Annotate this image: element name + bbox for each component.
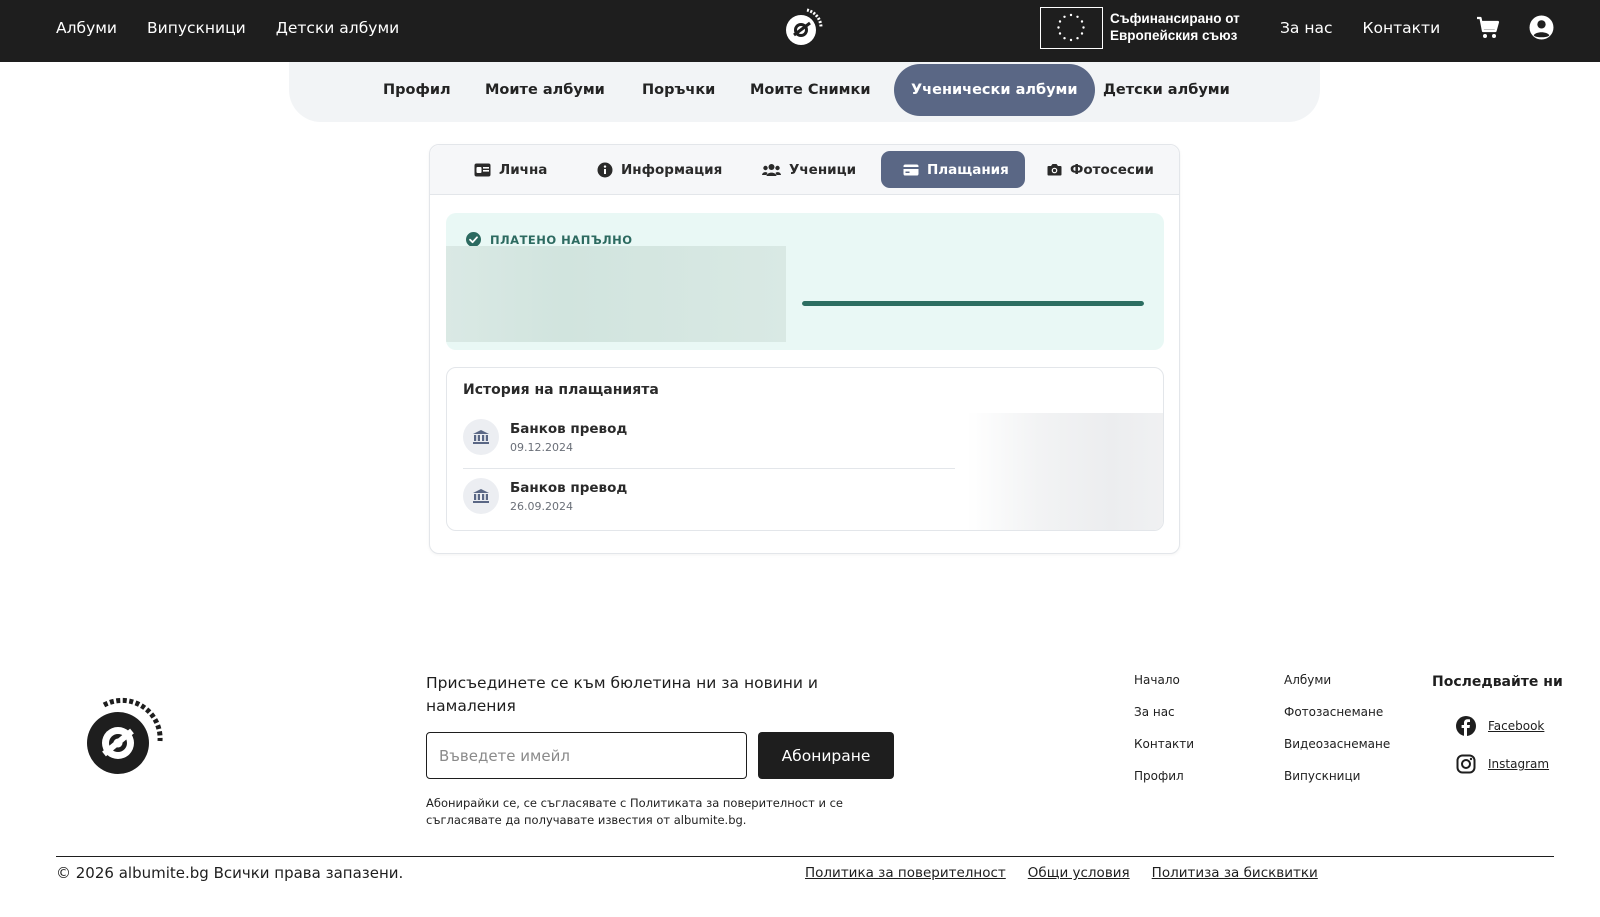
subscribe-button[interactable]: Абониране — [758, 732, 894, 779]
card-tab-personal[interactable]: Лична — [474, 151, 547, 188]
footer-link-contacts[interactable]: Контакти — [1134, 737, 1194, 751]
nav-kids-albums[interactable]: Детски албуми — [276, 19, 399, 37]
card-tab-personal-label: Лична — [499, 161, 548, 178]
tab-profile[interactable]: Профил — [383, 64, 451, 116]
check-circle-icon — [466, 232, 481, 247]
card-tab-photo-sessions-label: Фотосесии — [1070, 161, 1154, 178]
eu-cofinanced-text: Съфинансирано от Европейския съюз — [1110, 11, 1240, 43]
top-nav-left: Албуми Випускници Детски албуми — [56, 0, 399, 56]
bank-icon-wrap — [463, 478, 499, 514]
facebook-link[interactable]: Facebook — [1456, 716, 1544, 736]
footer-divider — [56, 856, 1554, 857]
cart-icon[interactable] — [1476, 16, 1500, 40]
footer-link-about[interactable]: За нас — [1134, 705, 1194, 719]
card-tab-payments[interactable]: Плащания — [881, 151, 1025, 188]
tab-my-photos[interactable]: Моите Снимки — [750, 64, 871, 116]
card-tab-information[interactable]: Информация — [597, 151, 722, 188]
copyright: © 2026 albumite.bg Всички права запазени… — [56, 864, 404, 882]
newsletter-consent-text: Абонирайки се, се съгласявате с Политика… — [426, 796, 843, 827]
newsletter-title: Присъединете се към бюлетина ни за новин… — [426, 674, 818, 715]
footer-links-col1: Начало За нас Контакти Профил — [1134, 673, 1194, 783]
blurred-area — [967, 413, 1163, 530]
terms-link[interactable]: Общи условия — [1028, 865, 1130, 881]
paid-status: ПЛАТЕНО НАПЪЛНО — [466, 232, 633, 247]
card-tab-photo-sessions[interactable]: Фотосесии — [1047, 151, 1154, 188]
eu-flag — [1040, 7, 1103, 49]
payment-date: 09.12.2024 — [510, 441, 573, 454]
footer-link-video[interactable]: Видеозаснемане — [1284, 737, 1390, 751]
footer-albumite-logo[interactable] — [80, 697, 164, 781]
tab-orders[interactable]: Поръчки — [642, 64, 715, 116]
info-icon — [597, 162, 613, 177]
card-tab-students-label: Ученици — [789, 161, 857, 178]
instagram-link[interactable]: Instagram — [1456, 754, 1549, 774]
nav-about[interactable]: За нас — [1280, 19, 1333, 37]
payment-history-item[interactable]: Банков превод 26.09.2024 — [463, 478, 955, 528]
nav-albums[interactable]: Албуми — [56, 19, 117, 37]
bank-icon-wrap — [463, 419, 499, 455]
footer-link-photo[interactable]: Фотозаснемане — [1284, 705, 1390, 719]
footer-links-col2: Албуми Фотозаснемане Видеозаснемане Випу… — [1284, 673, 1390, 783]
albumite-logo[interactable] — [781, 5, 825, 49]
nav-graduates[interactable]: Випускници — [147, 19, 246, 37]
footer-link-graduates[interactable]: Випускници — [1284, 769, 1390, 783]
payment-method: Банков превод — [510, 480, 628, 496]
album-card-tabs: Лична Информация Ученици Плащания Фотосе… — [430, 145, 1179, 195]
payment-status-panel: ПЛАТЕНО НАПЪЛНО — [446, 213, 1164, 350]
card-tab-payments-label: Плащания — [927, 161, 1009, 178]
instagram-icon — [1456, 754, 1476, 774]
blurred-area — [446, 246, 786, 342]
card-tab-information-label: Информация — [621, 161, 723, 178]
footer-link-albums[interactable]: Албуми — [1284, 673, 1390, 687]
newsletter-email-input[interactable] — [426, 732, 747, 779]
user-account-icon[interactable] — [1529, 15, 1554, 40]
footer-link-profile[interactable]: Профил — [1134, 769, 1194, 783]
nav-contacts[interactable]: Контакти — [1363, 19, 1441, 37]
paid-status-label: ПЛАТЕНО НАПЪЛНО — [490, 232, 633, 247]
album-card: Лична Информация Ученици Плащания Фотосе… — [429, 144, 1180, 554]
bank-icon — [473, 489, 489, 503]
payment-progress-bar — [802, 301, 1144, 306]
cookie-policy-link[interactable]: Политиза за бисквитки — [1152, 865, 1318, 881]
tab-my-albums[interactable]: Моите албуми — [485, 64, 605, 116]
id-card-icon — [474, 163, 491, 176]
payment-date: 26.09.2024 — [510, 500, 573, 513]
instagram-label: Instagram — [1488, 757, 1550, 771]
camera-icon — [1047, 164, 1062, 176]
legal-links: Политика за поверителност Общи условия П… — [805, 865, 1318, 881]
tab-kids-albums[interactable]: Детски албуми — [1103, 64, 1230, 116]
users-icon — [762, 163, 781, 176]
bank-icon — [473, 430, 489, 444]
payment-history-item[interactable]: Банков превод 09.12.2024 — [463, 419, 955, 469]
card-tab-students[interactable]: Ученици — [762, 151, 856, 188]
payment-history-title: История на плащанията — [463, 382, 659, 398]
top-header: Албуми Випускници Детски албуми Съфинанс… — [0, 0, 1600, 62]
payment-progress-fill — [802, 301, 1144, 306]
top-nav-right: За нас Контакти — [1280, 0, 1440, 56]
privacy-policy-link[interactable]: Политика за поверителност — [805, 865, 1006, 881]
tab-school-albums[interactable]: Ученически албуми — [894, 64, 1095, 116]
credit-card-icon — [903, 164, 919, 175]
footer-link-home[interactable]: Начало — [1134, 673, 1194, 687]
facebook-icon — [1456, 716, 1476, 736]
facebook-label: Facebook — [1488, 719, 1545, 733]
payment-history: История на плащанията Банков превод 09.1… — [446, 367, 1164, 531]
eu-stars-icon — [1057, 13, 1085, 42]
profile-tab-bar: Профил Моите албуми Поръчки Моите Снимки… — [289, 62, 1320, 122]
payment-method: Банков превод — [510, 421, 628, 437]
follow-us-title: Последвайте ни — [1432, 674, 1563, 690]
